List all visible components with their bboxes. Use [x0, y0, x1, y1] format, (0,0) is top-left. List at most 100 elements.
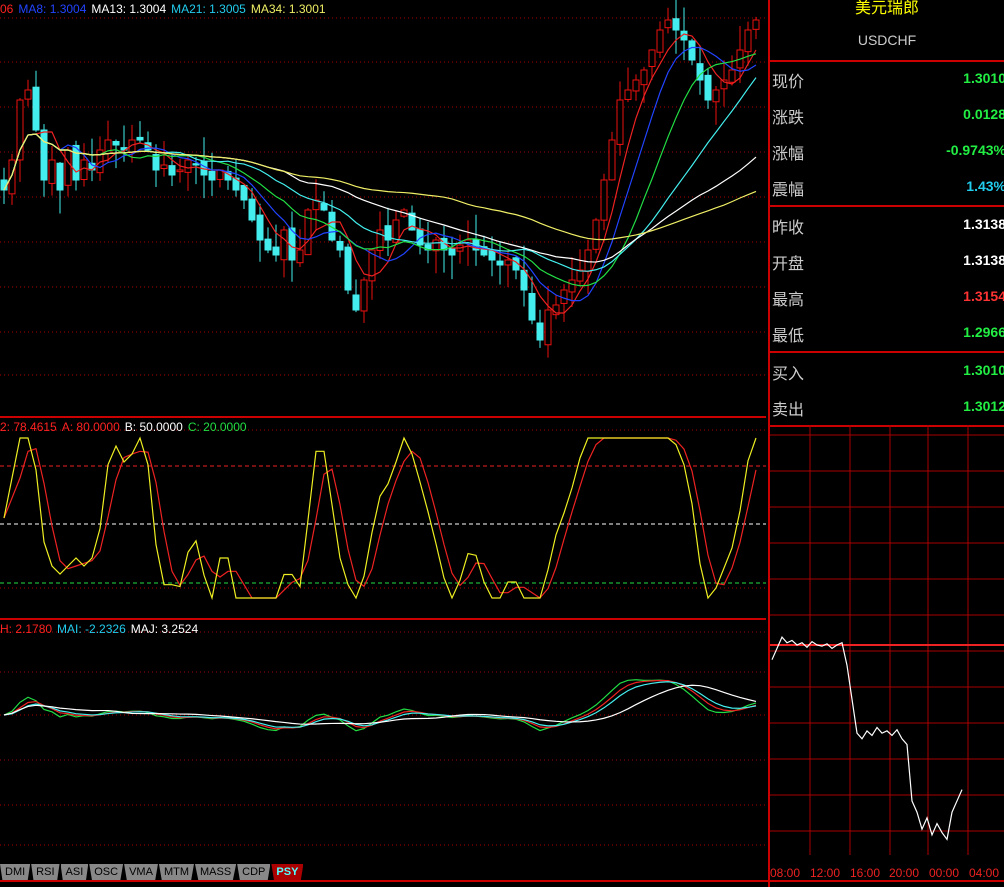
legend-prefix: 06 [0, 2, 14, 16]
candle-body [640, 69, 648, 86]
candle-body [536, 322, 544, 341]
candle-body [520, 269, 528, 291]
instrument-title: 美元瑞郎 [854, 0, 919, 17]
quote-row: 涨幅 -0.9743% [770, 132, 1004, 168]
legend-b: B: 50.0000 [124, 420, 183, 434]
legend-ma8: MA8: 1.3004 [18, 2, 87, 16]
quote-row: 涨跌 0.0128 [770, 96, 1004, 132]
legend-ma13: MA13: 1.3004 [91, 2, 167, 16]
legend-maj: MAJ: 3.2524 [130, 622, 199, 636]
candle-body [712, 89, 720, 103]
candle-body [624, 89, 632, 100]
kd-legend: 2: 78.4615 A: 80.0000 B: 50.0000 C: 20.0000 [0, 420, 252, 434]
quote-row: 最低 1.2966 [770, 314, 1004, 350]
quote-value: 1.3138 [963, 252, 1004, 268]
tab-mass[interactable]: MASS [194, 864, 237, 880]
tab-vma[interactable]: VMA [124, 864, 158, 880]
ma8-line [3, 46, 757, 302]
candle-body [704, 74, 712, 101]
candle-body [112, 140, 120, 146]
candle-body [336, 240, 344, 251]
legend-ma21: MA21: 1.3005 [171, 2, 246, 16]
macd-chart [0, 631, 766, 846]
candle-body [272, 246, 280, 256]
candle-body [528, 292, 536, 321]
tab-cdp[interactable]: CDP [237, 864, 271, 880]
candle-body [136, 136, 144, 141]
quote-label: 开盘 [772, 256, 805, 273]
intraday-chart [770, 425, 1004, 855]
candle-body [176, 169, 184, 173]
quote-row: 昨收 1.3138 [770, 206, 1004, 242]
quote-row: 最高 1.3154 [770, 278, 1004, 314]
macd-legend: H: 2.1780 MAI: -2.2326 MAJ: 3.2524 [0, 622, 203, 636]
time-label: 04:00 [969, 866, 1000, 880]
candle-body [600, 179, 608, 221]
candle-body [8, 159, 16, 195]
candle-body [672, 18, 680, 31]
quote-value: 1.3010 [963, 70, 1004, 86]
candle-body [256, 214, 264, 241]
quote-value: 0.0128 [963, 106, 1004, 122]
quote-label: 涨幅 [772, 146, 805, 163]
quote-label: 最低 [772, 328, 805, 345]
candle-body [168, 165, 176, 176]
candle-body [352, 294, 360, 311]
candle-body [744, 29, 752, 53]
mai-line [3, 681, 757, 728]
candle-body [448, 247, 456, 256]
quote-label: 卖出 [772, 402, 805, 419]
price-chart-panel[interactable]: 06 MA8: 1.3004 MA13: 1.3004 MA21: 1.3005 MA3… [0, 0, 766, 418]
legend-mai: MAI: -2.2326 [57, 622, 126, 636]
tab-psy[interactable]: PSY [271, 864, 304, 880]
kd-chart [0, 429, 766, 601]
quote-row: 震幅 1.43% [770, 168, 1004, 204]
candle-body [296, 249, 304, 264]
tab-asi[interactable]: ASI [60, 864, 89, 880]
candle-body [608, 139, 616, 181]
quote-label: 昨收 [772, 220, 805, 237]
candlestick-chart [0, 0, 766, 376]
kd-panel[interactable]: 2: 78.4615 A: 80.0000 B: 50.0000 C: 20.0000 [0, 418, 766, 620]
quote-panel: 美元瑞郎 USDCHF 现价 1.3010 涨跌 0.0128 涨幅 -0.9743% 震幅… [768, 0, 1004, 887]
tab-dmi[interactable]: DMI [0, 864, 31, 880]
d-line [3, 437, 757, 599]
macd-panel[interactable]: H: 2.1780 MAI: -2.2326 MAJ: 3.2524 [0, 620, 766, 862]
candle-body [304, 209, 312, 256]
quote-value: 1.3012 [963, 398, 1004, 414]
tab-osc[interactable]: OSC [89, 864, 124, 880]
candle-body [184, 159, 192, 173]
candle-body [592, 219, 600, 250]
candle-body [616, 99, 624, 145]
candle-body [568, 279, 576, 293]
candle-body [240, 184, 248, 201]
candle-body [264, 238, 272, 251]
candle-body [208, 170, 216, 181]
candle-body [48, 159, 56, 184]
legend-c: C: 20.0000 [187, 420, 247, 434]
tab-mtm[interactable]: MTM [158, 864, 194, 880]
quote-value: -0.9743% [946, 142, 1004, 158]
quote-label: 最高 [772, 292, 805, 309]
legend-h: H: 2.1780 [0, 622, 53, 636]
quote-label: 涨跌 [772, 110, 805, 127]
candle-body [344, 246, 352, 291]
instrument-symbol: USDCHF [857, 32, 917, 48]
quote-row: 开盘 1.3138 [770, 242, 1004, 278]
quote-label: 现价 [772, 74, 805, 91]
time-label: 20:00 [889, 866, 920, 880]
candle-body [664, 19, 672, 29]
k-line [3, 436, 757, 601]
candle-body [40, 129, 48, 181]
candle-body [248, 198, 256, 221]
tab-rsi[interactable]: RSI [31, 864, 60, 880]
candle-body [64, 149, 72, 186]
legend-ma34: MA34: 1.3001 [250, 2, 326, 16]
legend-a: A: 80.0000 [61, 420, 120, 434]
quote-value: 1.3138 [963, 216, 1004, 232]
quote-value: 1.2966 [963, 324, 1004, 340]
candle-body [32, 86, 40, 131]
time-label: 00:00 [929, 866, 960, 880]
candle-body [72, 144, 80, 181]
candle-body [728, 69, 736, 83]
